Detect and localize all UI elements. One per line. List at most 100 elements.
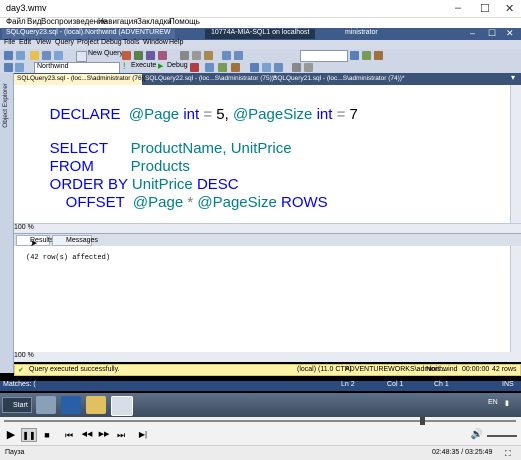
uncomment-icon[interactable]: [304, 63, 313, 72]
close-icon[interactable]: ✕: [505, 2, 514, 15]
toolbox-icon[interactable]: [374, 51, 383, 60]
frame-step-button[interactable]: ▶|: [136, 428, 150, 442]
tab-messages[interactable]: Messages: [52, 235, 98, 246]
document-tabs: SQLQuery23.sql - (loc...S\administrator …: [14, 73, 521, 85]
results-to-file-icon[interactable]: [274, 63, 283, 72]
back-icon[interactable]: [4, 51, 13, 60]
comment-icon[interactable]: [292, 63, 301, 72]
parse-icon[interactable]: [205, 63, 214, 72]
menu-help[interactable]: Помощь: [169, 17, 200, 26]
standard-toolbar: New Query: [0, 49, 521, 62]
object-explorer-label[interactable]: Object Explorer: [2, 83, 9, 128]
volume-slider[interactable]: [487, 435, 517, 437]
player-controls: ▶ ❚❚ ■ ⏮ ◀◀ ▶▶ ⏭ ▶| 🔊: [0, 425, 521, 445]
execute-icon[interactable]: !: [123, 61, 126, 71]
network-icon[interactable]: ▮: [505, 399, 509, 407]
solution-config-select[interactable]: [300, 50, 348, 62]
redo-icon[interactable]: [234, 51, 243, 60]
connect-icon[interactable]: [4, 63, 13, 72]
analysis-query-icon[interactable]: [134, 51, 143, 60]
cancel-query-icon[interactable]: [190, 63, 199, 72]
ssms-menu-tools[interactable]: Tools: [123, 39, 139, 46]
ssms-menu-view[interactable]: View: [36, 39, 51, 46]
fast-forward-button[interactable]: ▶▶: [97, 428, 111, 442]
query-status-bar: ✔ Query executed successfully. (local) (…: [14, 364, 521, 376]
remote-caption: 10774A-MIA-SQL1 on localhost: [205, 29, 316, 39]
execute-button[interactable]: Execute: [131, 62, 156, 69]
server-manager-icon[interactable]: [36, 396, 56, 414]
powershell-icon[interactable]: [61, 396, 81, 414]
maximize-icon[interactable]: ☐: [480, 2, 490, 15]
messages-pane: (42 row(s) affected): [14, 246, 510, 352]
next-chapter-button[interactable]: ⏭: [114, 428, 128, 442]
stop-button[interactable]: ■: [41, 428, 53, 442]
results-scrollbar[interactable]: [510, 246, 521, 352]
cut-icon[interactable]: [180, 51, 189, 60]
ssms-minimize-icon[interactable]: –: [470, 28, 475, 38]
menu-navigation[interactable]: Навигация: [98, 17, 138, 26]
minimize-icon[interactable]: –: [455, 2, 461, 14]
play-button[interactable]: ▶: [4, 428, 18, 442]
db-engine-query-icon[interactable]: [122, 51, 131, 60]
results-zoom-bar: 100 %: [14, 352, 521, 362]
editor-zoom-bar: 100 %: [14, 223, 521, 233]
forward-icon[interactable]: [16, 51, 25, 60]
tab-sqlquery21[interactable]: SQLQuery21.sql - (loc...S\administrator …: [270, 74, 405, 85]
menu-file[interactable]: Файл: [6, 17, 26, 26]
debug-button[interactable]: Debug: [167, 62, 188, 69]
folder-icon[interactable]: [30, 51, 39, 60]
rewind-button[interactable]: ◀◀: [80, 428, 94, 442]
editor-scrollbar[interactable]: [510, 85, 521, 223]
tab-sqlquery22[interactable]: SQLQuery22.sql - (loc...S\administrator …: [142, 74, 277, 85]
start-button[interactable]: Start: [2, 397, 32, 413]
tab-sqlquery23[interactable]: SQLQuery23.sql - (loc...S\administrator …: [14, 74, 149, 85]
ssms-menu-file[interactable]: File: [4, 39, 15, 46]
results-tabs: Results Messages ➤: [14, 233, 521, 248]
query-options-icon[interactable]: [231, 63, 240, 72]
seek-track[interactable]: [4, 420, 516, 422]
copy-icon[interactable]: [192, 51, 201, 60]
pause-button[interactable]: ❚❚: [21, 428, 37, 442]
ssms-close-icon[interactable]: ✕: [506, 28, 514, 39]
status-line: Ln 2: [341, 381, 355, 388]
object-explorer-strip[interactable]: Object Explorer: [0, 73, 14, 373]
save-all-icon[interactable]: [54, 51, 63, 60]
paste-icon[interactable]: [204, 51, 213, 60]
query-editor[interactable]: DECLARE @Page int = 5, @PageSize int = 7…: [14, 85, 510, 223]
display-plan-icon[interactable]: [218, 63, 227, 72]
menu-view[interactable]: Вид: [27, 17, 41, 26]
language-indicator[interactable]: EN: [488, 399, 498, 406]
properties-icon[interactable]: [362, 51, 371, 60]
results-to-text-icon[interactable]: [250, 63, 259, 72]
seek-bar[interactable]: [0, 417, 521, 425]
ssms-menu-query[interactable]: Query: [55, 39, 74, 46]
undo-icon[interactable]: [222, 51, 231, 60]
taskbar: Start EN ▮: [0, 393, 521, 417]
volume-icon[interactable]: 🔊: [470, 428, 484, 442]
new-query-button[interactable]: New Query: [88, 50, 123, 57]
editor-zoom-select[interactable]: 100 %: [14, 224, 34, 231]
ssms-menu-project[interactable]: Project: [77, 39, 99, 46]
ssms-menu-help[interactable]: Help: [169, 39, 183, 46]
tab-dropdown-icon[interactable]: ▾: [511, 73, 515, 82]
explorer-icon[interactable]: [86, 396, 106, 414]
ssms-menu-edit[interactable]: Edit: [19, 39, 31, 46]
results-to-grid-icon[interactable]: [262, 63, 271, 72]
change-connection-icon[interactable]: [15, 63, 24, 72]
ssms-maximize-icon[interactable]: ☐: [488, 28, 496, 39]
results-zoom-select[interactable]: 100 %: [14, 352, 34, 359]
debug-play-icon[interactable]: ▶: [158, 62, 163, 70]
ssms-taskbar-icon[interactable]: [111, 396, 133, 416]
ssms-menu-debug[interactable]: Debug: [101, 39, 122, 46]
save-icon[interactable]: [42, 51, 51, 60]
status-col: Col 1: [387, 381, 404, 388]
new-query-icon[interactable]: [76, 51, 87, 62]
dmx-query-icon[interactable]: [158, 51, 167, 60]
seek-handle[interactable]: [420, 417, 425, 425]
ssms-menu-window[interactable]: Window: [143, 39, 168, 46]
fullscreen-icon[interactable]: ⛶: [505, 449, 511, 459]
previous-chapter-button[interactable]: ⏮: [62, 428, 76, 442]
mdx-query-icon[interactable]: [146, 51, 155, 60]
menu-bookmarks[interactable]: Закладки: [137, 17, 172, 26]
find-icon[interactable]: [350, 51, 359, 60]
